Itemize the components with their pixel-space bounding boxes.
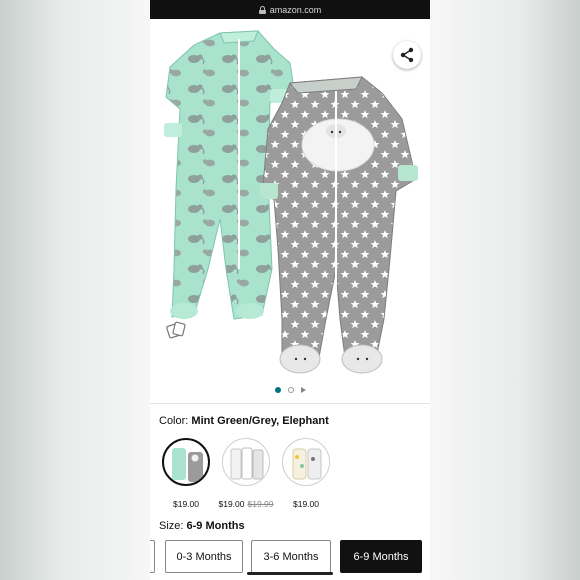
lock-icon (258, 5, 266, 14)
view-in-3d-button[interactable] (165, 319, 187, 346)
share-icon (400, 47, 414, 63)
browser-url-bar[interactable]: amazon.com (150, 0, 430, 19)
size-option-6-9-months[interactable]: 6-9 Months (340, 540, 422, 573)
swatch-price: $19.00 $19.99 (218, 499, 274, 509)
size-selection: Size: 6-9 Months (159, 520, 245, 532)
swatch-thumbnail (230, 447, 264, 480)
flip-views-icon (166, 321, 186, 339)
size-options: 0-3 Months 3-6 Months 6-9 Months (150, 540, 430, 575)
home-indicator[interactable] (247, 572, 333, 575)
color-selection: Color: Mint Green/Grey, Elephant (159, 415, 329, 427)
size-option-0-3-months[interactable]: 0-3 Months (165, 540, 243, 573)
video-play-icon[interactable] (300, 387, 306, 393)
color-swatch-yellow-animals[interactable] (282, 438, 330, 486)
color-value: Mint Green/Grey, Elephant (191, 415, 329, 427)
color-swatch-white-grey[interactable] (222, 438, 270, 486)
color-swatch-mint-grey[interactable] (162, 438, 210, 486)
size-option-partial[interactable] (150, 540, 155, 573)
swatch-thumbnail (292, 448, 322, 480)
phone-screen: amazon.com Color: Mint Green/Grey, Eleph… (150, 0, 430, 580)
share-button[interactable] (393, 41, 421, 69)
page-dot-1[interactable] (274, 387, 281, 393)
color-label: Color: (159, 415, 189, 427)
divider (150, 403, 430, 404)
size-label: Size: (159, 520, 184, 532)
url-text: amazon.com (269, 4, 322, 15)
swatch-thumbnail (172, 448, 203, 482)
swatch-price: $19.00 (173, 499, 199, 509)
size-value: 6-9 Months (186, 520, 245, 532)
size-option-3-6-months[interactable]: 3-6 Months (251, 540, 331, 573)
product-image (164, 30, 418, 374)
color-swatches: $19.00 $19.00 $19.99 $19.00 (150, 438, 430, 518)
swatch-price: $19.00 (293, 499, 319, 509)
page-dot-2[interactable] (287, 387, 294, 393)
image-page-indicator[interactable] (150, 383, 430, 397)
product-image-gallery[interactable] (150, 19, 430, 380)
